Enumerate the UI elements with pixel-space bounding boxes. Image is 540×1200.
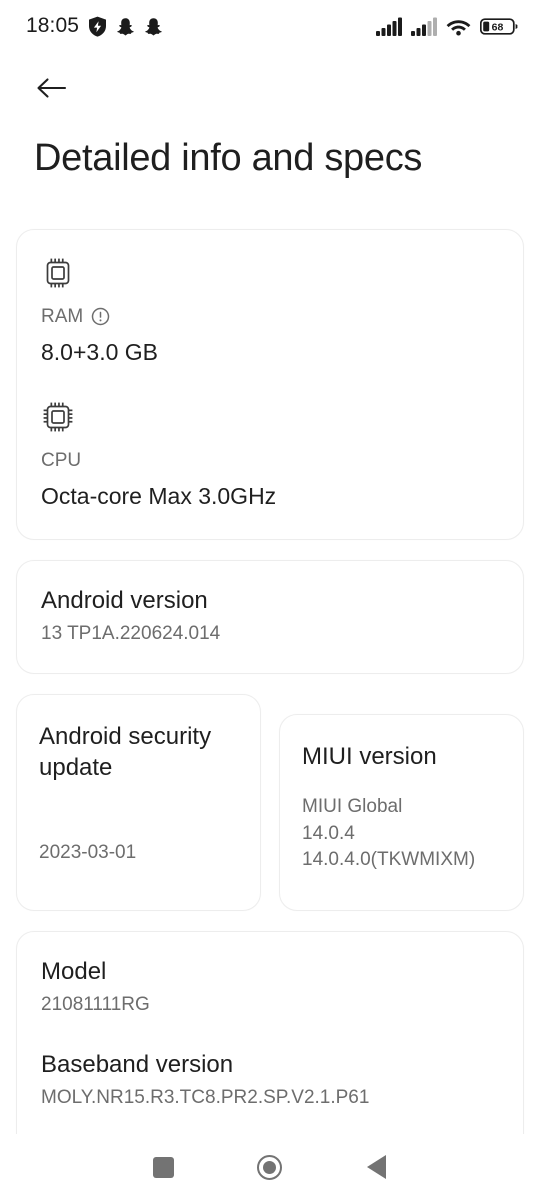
app-bar — [0, 52, 540, 108]
security-update-value: 2023-03-01 — [39, 842, 137, 864]
cpu-chip-icon — [43, 402, 73, 432]
miui-version-line-2: 14.0.4 — [302, 822, 355, 844]
status-time: 18:05 — [26, 14, 80, 37]
model-item: Model 21081111RG — [41, 956, 499, 1018]
battery-level-text: 68 — [492, 21, 504, 33]
back-nav-button[interactable] — [354, 1144, 400, 1190]
wifi-icon — [446, 19, 471, 35]
ram-label-row: RAM — [41, 305, 499, 329]
snapchat-icon — [145, 17, 162, 35]
android-version-item: Android version 13 TP1A.220624.014 — [41, 585, 499, 647]
baseband-title: Baseband version — [41, 1050, 234, 1078]
ram-value: 8.0+3.0 GB — [41, 338, 158, 365]
cpu-label: CPU — [41, 450, 82, 472]
content-area: RAM 8.0+3.0 GB CPU Octa-core Max 3.0GHz … — [0, 181, 540, 1153]
page-title: Detailed info and specs — [34, 137, 423, 179]
cpu-block: CPU Octa-core Max 3.0GHz — [41, 400, 499, 511]
system-navigation-bar — [0, 1134, 540, 1200]
signal-bars-icon — [376, 17, 402, 36]
info-circle-icon[interactable] — [91, 307, 110, 326]
security-update-title: Android security update — [39, 723, 212, 782]
shield-bolt-icon — [89, 16, 107, 37]
android-version-card[interactable]: Android version 13 TP1A.220624.014 — [16, 559, 524, 675]
arrow-left-icon — [37, 78, 67, 98]
ram-block: RAM 8.0+3.0 GB — [41, 256, 499, 367]
back-button[interactable] — [34, 68, 78, 108]
home-circle-icon — [257, 1154, 283, 1180]
model-value: 21081111RG — [41, 994, 150, 1016]
recents-square-icon — [152, 1156, 174, 1178]
status-bar-right: 68 — [376, 17, 518, 36]
baseband-item: Baseband version MOLY.NR15.R3.TC8.PR2.SP… — [41, 1049, 499, 1111]
signal-bars-icon — [411, 17, 437, 36]
cpu-value: Octa-core Max 3.0GHz — [41, 483, 277, 510]
recents-button[interactable] — [140, 1144, 186, 1190]
home-button[interactable] — [247, 1144, 293, 1190]
snapchat-icon — [117, 17, 134, 35]
miui-version-values: MIUI Global 14.0.4 14.0.4.0(TKWMIXM) — [302, 794, 501, 873]
ram-label: RAM — [41, 305, 84, 327]
miui-version-card[interactable]: MIUI version MIUI Global 14.0.4 14.0.4.0… — [279, 714, 524, 912]
miui-version-title: MIUI version — [302, 743, 437, 771]
android-version-value: 13 TP1A.220624.014 — [41, 623, 221, 645]
model-title: Model — [41, 958, 107, 986]
two-column-card-row: Android security update 2023-03-01 MIUI … — [16, 694, 524, 912]
back-triangle-icon — [367, 1155, 387, 1179]
model-card[interactable]: Model 21081111RG Baseband version MOLY.N… — [16, 931, 524, 1153]
android-security-update-card[interactable]: Android security update 2023-03-01 — [16, 694, 261, 912]
cpu-label-row: CPU — [41, 449, 499, 473]
specs-card: RAM 8.0+3.0 GB CPU Octa-core Max 3.0GHz — [16, 228, 524, 540]
android-version-title: Android version — [41, 586, 208, 614]
battery-icon: 68 — [480, 17, 518, 35]
status-bar-left: 18:05 — [26, 14, 163, 38]
miui-version-line-1: MIUI Global — [302, 796, 403, 818]
miui-version-line-3: 14.0.4.0(TKWMIXM) — [302, 848, 476, 870]
status-bar: 18:05 68 — [0, 0, 540, 52]
memory-chip-icon — [46, 258, 70, 288]
security-update-value-wrap: 2023-03-01 — [39, 835, 238, 866]
baseband-value: MOLY.NR15.R3.TC8.PR2.SP.V2.1.P61 — [41, 1086, 370, 1108]
